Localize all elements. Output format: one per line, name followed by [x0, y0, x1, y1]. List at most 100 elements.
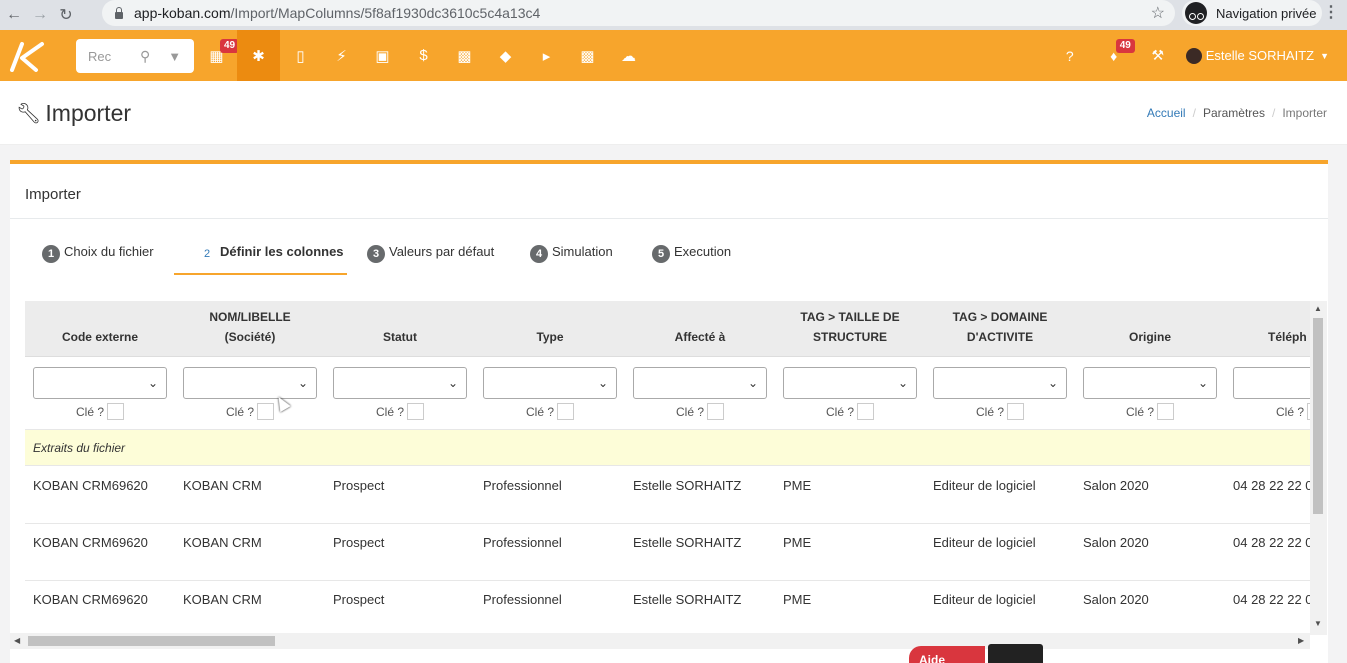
column-nom-libelle: NOM/LIBELLE (Société) ⌄ Clé ? KOBAN CRM …	[175, 301, 325, 607]
megaphone-icon[interactable]: ▸	[526, 30, 567, 81]
url-host: app-koban.com	[134, 5, 231, 21]
column-type: Type ⌄ Clé ? Professionnel Professionnel…	[475, 301, 625, 607]
tag-icon[interactable]: ◆	[485, 30, 526, 81]
vertical-scrollbar[interactable]: ▲ ▼	[1310, 301, 1327, 635]
asterisk-icon[interactable]: ✱	[237, 30, 280, 81]
table-cell: Prospect	[333, 592, 385, 607]
column-mapping-select[interactable]: ⌄	[933, 367, 1067, 399]
column-mapping-select[interactable]: ⌄	[483, 367, 617, 399]
column-mapping-select[interactable]: ⌄	[333, 367, 467, 399]
cloud-icon[interactable]: ☁	[608, 30, 649, 81]
puzzle-icon[interactable]: ▩	[567, 30, 608, 81]
scroll-left-icon[interactable]: ◀	[14, 636, 20, 645]
dollar-icon[interactable]: $	[403, 30, 444, 81]
building-icon[interactable]: ▯	[280, 30, 321, 81]
wrench-icon[interactable]: ⚒	[1136, 30, 1180, 81]
address-bar[interactable]: app-koban.com/Import/MapColumns/5f8af193…	[102, 0, 1175, 26]
column-mapping-select[interactable]: ⌄	[1083, 367, 1217, 399]
column-mapping-select[interactable]: ⌄	[183, 367, 317, 399]
breadcrumb-parent[interactable]: Paramètres	[1203, 106, 1265, 120]
wrench-icon: 🔧︎	[16, 103, 42, 125]
column-mapping-select[interactable]: ⌄	[33, 367, 167, 399]
reload-icon[interactable]: ↻	[54, 3, 78, 27]
scroll-down-icon[interactable]: ▼	[1314, 619, 1322, 628]
money-icon[interactable]: ▣	[362, 30, 403, 81]
search-input[interactable]	[88, 48, 128, 64]
step-execution[interactable]: 5 Execution	[632, 234, 752, 275]
extracts-label: Extraits du fichier	[33, 441, 126, 455]
key-label: Clé ?	[225, 404, 254, 419]
column-origine: Origine ⌄ Clé ? Salon 2020 Salon 2020 Sa…	[1075, 301, 1225, 607]
url-path: /Import/MapColumns/5f8af1930dc3610c5c4a1…	[230, 5, 541, 21]
column-tag-domaine-activite: TAG > DOMAINE D'ACTIVITE ⌄ Clé ? Editeur…	[925, 301, 1075, 607]
chevron-down-icon: ⌄	[1197, 376, 1208, 390]
chevron-down-icon: ▼	[1320, 50, 1329, 61]
key-checkbox[interactable]	[1007, 403, 1024, 420]
key-checkbox[interactable]	[857, 403, 874, 420]
key-checkbox[interactable]	[107, 403, 124, 420]
mapping-table: Extraits du fichier Code externe ⌄ Clé ?…	[25, 301, 1310, 635]
chevron-down-icon: ⌄	[447, 376, 458, 390]
calendar-icon[interactable]: ▦ 49	[196, 30, 240, 81]
breadcrumb-home[interactable]: Accueil	[1147, 106, 1186, 120]
scroll-right-icon[interactable]: ▶	[1298, 636, 1304, 645]
column-mapping-select[interactable]: ⌄	[1233, 367, 1310, 399]
browser-menu-icon[interactable]: ⋮	[1323, 4, 1339, 22]
incognito-profile-button[interactable]: Navigation privée	[1182, 0, 1322, 26]
key-checkbox[interactable]	[1157, 403, 1174, 420]
step-simulation[interactable]: 4 Simulation	[510, 234, 632, 275]
key-checkbox[interactable]	[257, 403, 274, 420]
step-valeurs-defaut[interactable]: 3 Valeurs par défaut	[347, 234, 510, 275]
key-label: Clé ?	[375, 404, 404, 419]
koban-logo[interactable]	[8, 40, 46, 72]
incognito-icon	[1185, 2, 1207, 24]
help-button[interactable]: Aide	[909, 646, 985, 663]
back-arrow-icon[interactable]: ←	[2, 3, 26, 27]
key-label: Clé ?	[1275, 404, 1304, 419]
briefcase-icon[interactable]: ▩	[444, 30, 485, 81]
filter-icon[interactable]: ▼	[168, 49, 181, 64]
key-checkbox[interactable]	[557, 403, 574, 420]
app-topbar: ⚲ ▼ ▦49 ✱ ▯ ⚡︎ ▣ $ ▩ ◆ ▸ ▩ ☁ ? ♦49 ⚒ Est…	[0, 30, 1347, 81]
browser-chrome: ← → ↻ app-koban.com/Import/MapColumns/5f…	[0, 0, 1347, 30]
table-cell: KOBAN CRM69620	[33, 478, 148, 493]
key-checkbox[interactable]	[407, 403, 424, 420]
chevron-down-icon: ⌄	[297, 376, 308, 390]
table-cell: Salon 2020	[1083, 535, 1149, 550]
table-cell: Salon 2020	[1083, 478, 1149, 493]
search-icon[interactable]: ⚲	[140, 48, 150, 65]
chevron-down-icon: ⌄	[1047, 376, 1058, 390]
column-header: NOM/LIBELLE (Société)	[209, 310, 291, 344]
forward-arrow-icon[interactable]: →	[28, 3, 52, 27]
column-mapping-select[interactable]: ⌄	[633, 367, 767, 399]
vertical-scroll-thumb[interactable]	[1313, 318, 1323, 514]
table-cell: PME	[783, 592, 812, 607]
step-definir-colonnes[interactable]: 2 Définir les colonnes	[174, 234, 347, 275]
horizontal-scroll-thumb[interactable]	[28, 636, 275, 646]
bolt-icon[interactable]: ⚡︎	[321, 30, 362, 81]
incognito-label: Navigation privée	[1216, 5, 1317, 21]
table-cell: Professionnel	[483, 535, 562, 550]
help-icon[interactable]: ?	[1048, 30, 1092, 81]
page-title: Importer	[45, 100, 132, 126]
column-header: TAG > DOMAINE D'ACTIVITE	[952, 310, 1048, 344]
step-choix-fichier[interactable]: 1 Choix du fichier	[32, 234, 174, 275]
bell-icon[interactable]: ♦ 49	[1092, 30, 1136, 81]
user-menu[interactable]: Estelle SORHAITZ ▼	[1185, 47, 1329, 64]
page-header: 🔧︎ Importer Accueil / Paramètres / Importer	[0, 81, 1347, 145]
table-cell: KOBAN CRM	[183, 592, 262, 607]
lock-icon	[114, 7, 124, 19]
horizontal-scrollbar[interactable]: ◀ ▶	[10, 633, 1310, 649]
scroll-up-icon[interactable]: ▲	[1314, 304, 1322, 313]
table-cell: 04 28 22 22 00	[1233, 535, 1310, 550]
column-header: Code externe	[61, 330, 139, 344]
key-checkbox[interactable]	[707, 403, 724, 420]
column-telephone: Téléph ⌄ Clé ? 04 28 22 22 00 04 28 22 2…	[1225, 301, 1310, 607]
chevron-down-icon: ⌄	[897, 376, 908, 390]
bookmark-star-icon[interactable]: ☆	[1151, 3, 1165, 23]
column-header: Affecté à	[674, 330, 726, 344]
column-mapping-select[interactable]: ⌄	[783, 367, 917, 399]
calendar-widget-button[interactable]	[988, 644, 1043, 663]
key-label: Clé ?	[525, 404, 554, 419]
table-cell: Editeur de logiciel	[933, 592, 1036, 607]
